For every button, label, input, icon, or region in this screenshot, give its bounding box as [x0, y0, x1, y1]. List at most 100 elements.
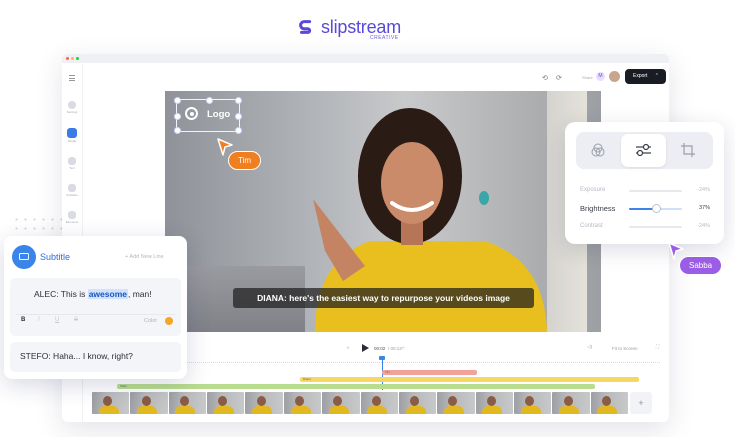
- subtitles-icon: [68, 184, 76, 192]
- contrast-label: Contrast: [580, 223, 603, 229]
- sidebar-item-label: Media: [67, 139, 77, 143]
- elements-icon: [68, 211, 76, 219]
- adjustment-tabs: [576, 132, 713, 169]
- brightness-label: Brightness: [580, 204, 616, 213]
- playhead-handle[interactable]: [379, 356, 385, 360]
- subtitle-panel-title: Subtitle: [40, 252, 71, 262]
- subtitle-line-text[interactable]: ALEC: This is awesome, man!: [34, 289, 152, 299]
- slipstream-logo-icon: [299, 20, 312, 34]
- exposure-row[interactable]: Exposure -24%: [580, 185, 710, 197]
- film-frame: [130, 392, 168, 414]
- resize-handle[interactable]: [235, 113, 242, 120]
- color-swatch[interactable]: [165, 317, 173, 325]
- minimize-dot[interactable]: [71, 57, 74, 60]
- highlighted-word[interactable]: awesome: [87, 289, 128, 299]
- resize-handle[interactable]: [206, 97, 213, 104]
- add-new-line-button[interactable]: + Add New Line: [125, 254, 164, 260]
- share-button[interactable]: Share: [582, 75, 593, 80]
- film-frame: [360, 392, 398, 414]
- adjust-icon[interactable]: [635, 143, 652, 157]
- collaborator-tag-tim: Tim: [228, 151, 262, 170]
- collaborator-tag-sabba: Sabba: [679, 256, 723, 275]
- filmstrip[interactable]: [92, 392, 629, 414]
- sidebar-item-subtitles[interactable]: Subtitles: [65, 184, 79, 197]
- resize-handle[interactable]: [174, 127, 181, 134]
- menu-icon[interactable]: [65, 73, 79, 82]
- film-frame: [552, 392, 590, 414]
- brand-logo: slipstream CREATIVE: [297, 17, 402, 41]
- maximize-dot[interactable]: [76, 57, 79, 60]
- forward-icon[interactable]: »: [402, 345, 405, 350]
- brand-subtitle: CREATIVE: [370, 35, 399, 41]
- logo-overlay[interactable]: Logo: [174, 97, 242, 134]
- sidebar-item-label: Text: [69, 166, 75, 170]
- brightness-value: 37%: [698, 205, 710, 211]
- brightness-knob[interactable]: [651, 204, 661, 213]
- underline-button[interactable]: U: [55, 317, 59, 323]
- subtitle-icon: [12, 245, 36, 269]
- export-label: Export: [633, 73, 648, 79]
- exposure-label: Exposure: [580, 187, 606, 193]
- volume-icon[interactable]: ◁): [587, 344, 592, 350]
- brightness-row[interactable]: Brightness 37%: [580, 203, 710, 215]
- add-clip-button[interactable]: +: [630, 392, 652, 414]
- track-tim[interactable]: Tim: [382, 370, 477, 375]
- film-frame: [245, 392, 283, 414]
- user-avatar[interactable]: [608, 70, 621, 83]
- brand-name: slipstream: [321, 17, 402, 37]
- resize-handle[interactable]: [235, 127, 242, 134]
- window-titlebar: [62, 54, 669, 63]
- fit-to-screen-select[interactable]: Fit to Screen: [612, 346, 638, 351]
- current-time: 00:02: [374, 346, 386, 351]
- film-frame: [590, 392, 629, 414]
- export-button[interactable]: Export ⌃: [625, 69, 666, 84]
- video-caption[interactable]: DIANA: here's the easiest way to repurpo…: [233, 288, 534, 308]
- track-diana[interactable]: Diana: [300, 377, 639, 382]
- sidebar-item-text[interactable]: Text: [65, 157, 79, 170]
- film-frame: [92, 392, 130, 414]
- adjustments-panel: Exposure -24% Brightness 37% Contrast -2…: [565, 122, 724, 244]
- duration: / 00:13: [388, 346, 402, 351]
- rewind-icon[interactable]: «: [347, 345, 350, 350]
- subtitle-line-card[interactable]: [10, 278, 181, 336]
- sidebar-item-label: Elements: [65, 220, 79, 224]
- strikethrough-button[interactable]: S: [74, 317, 78, 323]
- bold-button[interactable]: B: [21, 317, 25, 323]
- close-dot[interactable]: [66, 57, 69, 60]
- play-icon[interactable]: [361, 343, 370, 353]
- avatar[interactable]: M: [596, 72, 605, 81]
- resize-handle[interactable]: [235, 97, 242, 104]
- contrast-slider[interactable]: [629, 226, 682, 228]
- divider: [16, 314, 175, 315]
- text-icon: [68, 157, 76, 165]
- fullscreen-icon[interactable]: ⛶: [656, 344, 659, 349]
- film-frame: [398, 392, 437, 414]
- undo-icon[interactable]: ⟲: [542, 74, 548, 82]
- film-frame: [513, 392, 552, 414]
- gear-icon: [68, 101, 76, 109]
- film-frame: [207, 392, 245, 414]
- logo-circle-icon: [185, 107, 198, 120]
- film-frame: [283, 392, 322, 414]
- resize-handle[interactable]: [174, 113, 181, 120]
- resize-handle[interactable]: [174, 97, 181, 104]
- italic-button[interactable]: I: [38, 317, 40, 323]
- sidebar-item-settings[interactable]: Settings: [65, 101, 79, 114]
- exposure-slider[interactable]: [629, 190, 682, 192]
- redo-icon[interactable]: ⟳: [556, 74, 562, 82]
- logo-label: Logo: [207, 109, 231, 120]
- contrast-row[interactable]: Contrast -24%: [580, 221, 710, 233]
- color-filter-icon[interactable]: [591, 143, 605, 157]
- brightness-slider[interactable]: [629, 204, 682, 213]
- crop-icon[interactable]: [680, 142, 696, 158]
- subtitle-line-text[interactable]: STEFO: Haha... I know, right?: [20, 351, 133, 361]
- sidebar-item-media[interactable]: Media: [65, 128, 79, 143]
- track-stefo[interactable]: Stefo: [117, 384, 595, 389]
- film-frame: [168, 392, 207, 414]
- chevron-down-icon: ⌃: [654, 73, 659, 79]
- film-frame: [475, 392, 513, 414]
- line-prefix: ALEC: This is: [34, 289, 88, 299]
- sidebar-item-elements[interactable]: Elements: [65, 211, 79, 224]
- sidebar-item-label: Settings: [66, 110, 78, 114]
- line-suffix: , man!: [127, 289, 152, 299]
